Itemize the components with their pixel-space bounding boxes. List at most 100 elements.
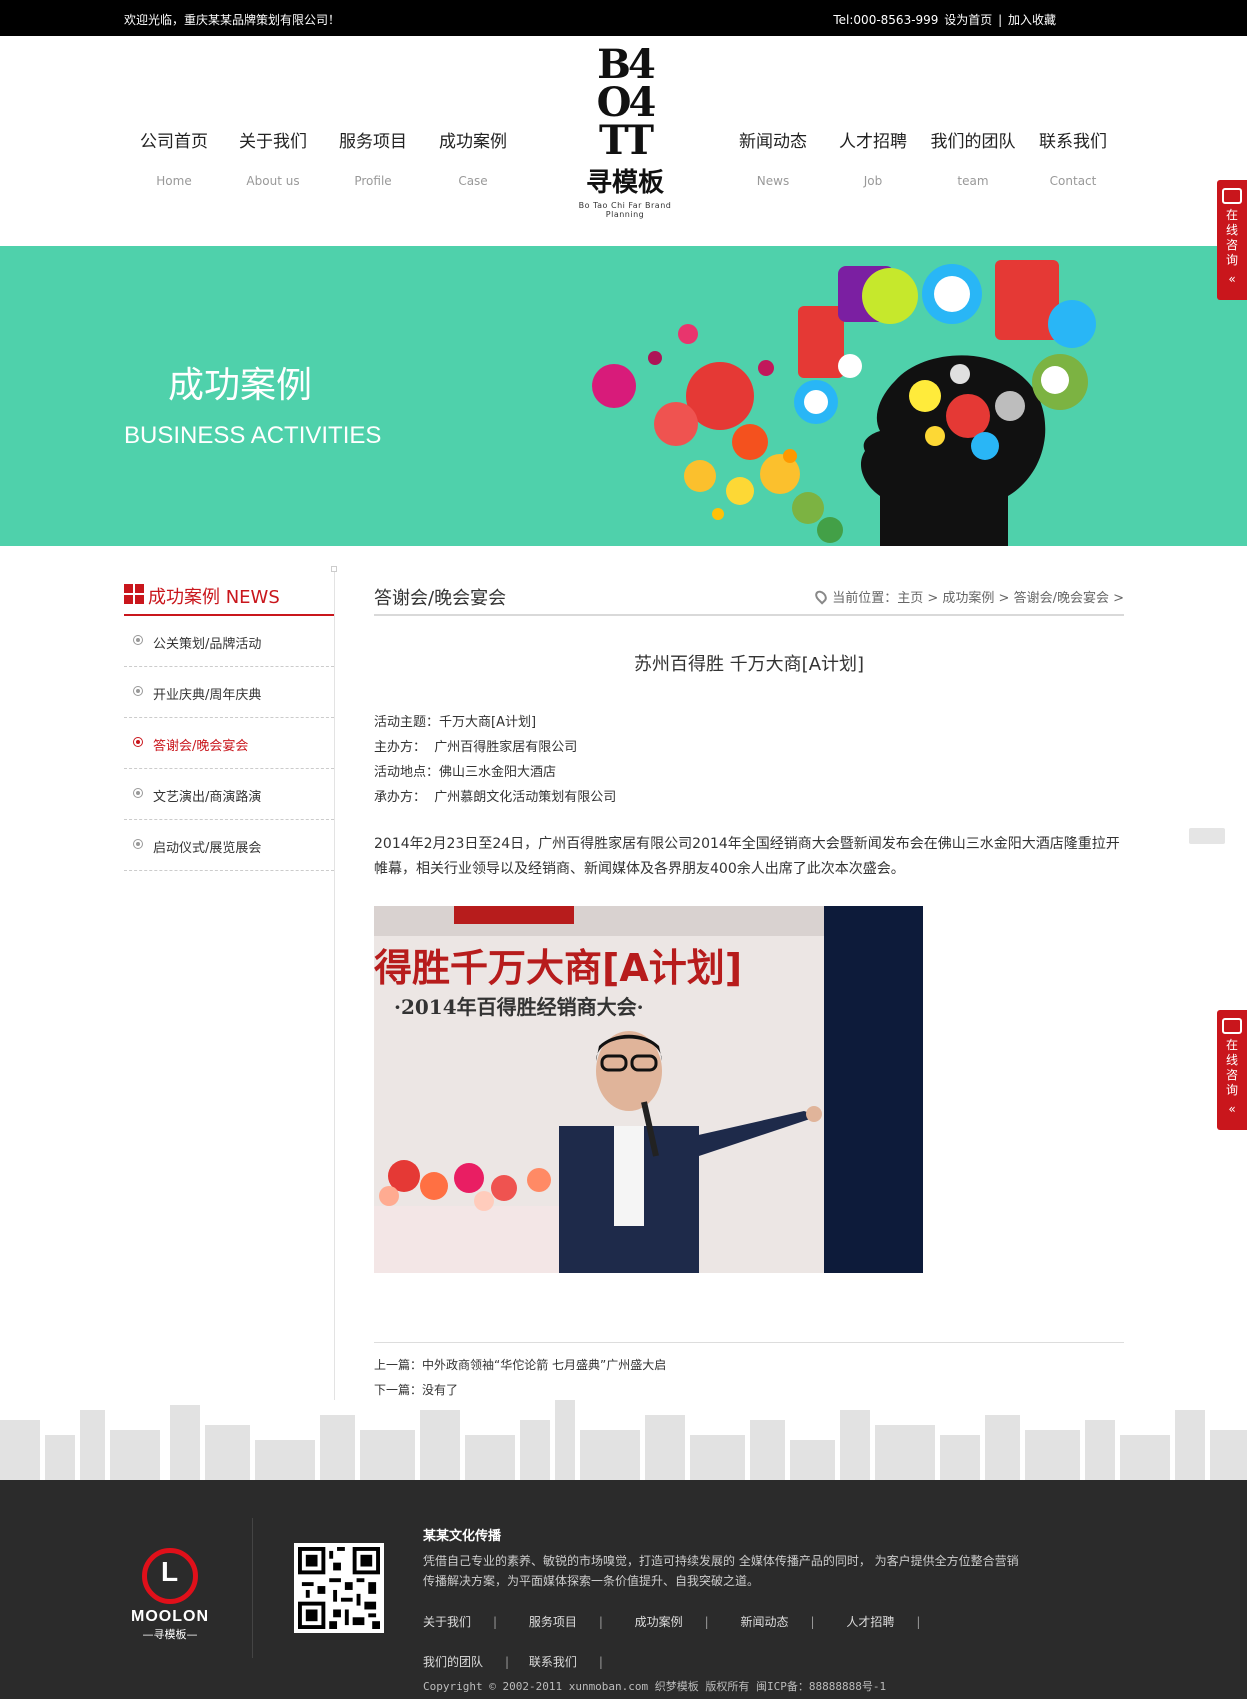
photo-banner-text-1: 得胜千万大商[A计划] [374, 946, 742, 990]
set-home-link[interactable]: 设为首页 [944, 13, 992, 27]
info-host: 主办方： 广州百得胜家居有限公司 [374, 740, 578, 755]
logo-mark: B4 O4 TT [560, 45, 690, 164]
tel-text: Tel:000-8563-999 [833, 13, 939, 27]
back-to-top-button[interactable] [1189, 828, 1225, 844]
nav-cases-label: 成功案例 [439, 132, 507, 152]
sidebar: 成功案例 NEWS 公关策划/品牌活动 开业庆典/周年庆典 答谢会/晚会宴会 文… [124, 570, 334, 871]
consult-char-2: 线 [1225, 223, 1238, 237]
footer-logo-sub: —寻模板— [142, 1628, 198, 1641]
photo-banner-text-2: ·2014年百得胜经销商大会· [394, 995, 644, 1019]
page-banner: 成功案例 BUSINESS ACTIVITIES [0, 246, 1247, 546]
chat-icon [1222, 188, 1242, 204]
nav-contact-en: Contact [1049, 174, 1097, 188]
bullet-icon [133, 839, 143, 849]
footer-divider [252, 1518, 253, 1658]
online-consult-tab-bottom[interactable]: 在 线 咨 询 « [1217, 1010, 1247, 1130]
nav-about-label: 关于我们 [239, 132, 307, 152]
consult-char-3: 咨 [1225, 238, 1238, 252]
breadcrumb: 当前位置：主页 > 成功案例 > 答谢会/晚会宴会 > [813, 587, 1124, 606]
nav-services-en: Profile [354, 174, 392, 188]
nav-news-label: 新闻动态 [739, 132, 807, 152]
sidebar-item-label: 公关策划/品牌活动 [153, 637, 262, 652]
sidebar-item-pr[interactable]: 公关策划/品牌活动 [124, 616, 334, 667]
sidebar-item-label: 文艺演出/商演路演 [153, 790, 262, 805]
nav-about[interactable]: 关于我们 About us [225, 127, 321, 188]
logo-mark-line3: TT [598, 117, 654, 164]
consult-char-2: 线 [1225, 1053, 1238, 1067]
breadcrumb-text[interactable]: 当前位置：主页 > 成功案例 > 答谢会/晚会宴会 > [832, 591, 1124, 606]
consult-char-1: 在 [1225, 208, 1238, 222]
nav-contact[interactable]: 联系我们 Contact [1025, 127, 1121, 188]
city-skyline [0, 1400, 1247, 1480]
nav-jobs-label: 人才招聘 [839, 132, 907, 152]
nav-about-en: About us [246, 174, 300, 188]
sidebar-title: 成功案例 NEWS [148, 587, 280, 608]
nav-team[interactable]: 我们的团队 team [925, 127, 1021, 188]
footer-company: 某某文化传播 [423, 1529, 502, 1544]
consult-char-4: 询 [1225, 253, 1238, 267]
prev-article: 上一篇：中外政商领袖“华佗论箭 七月盛典”广州盛大启 [374, 1353, 1124, 1378]
nav-jobs-en: Job [863, 174, 883, 188]
sidebar-item-ceremony[interactable]: 启动仪式/展览展会 [124, 820, 334, 871]
article-photo: 得胜千万大商[A计划] ·2014年百得胜经销商大会· [374, 906, 923, 1273]
bullet-icon [133, 788, 143, 798]
add-favorite-link[interactable]: 加入收藏 [1008, 13, 1056, 27]
article-paragraph: 2014年2月23日至24日，广州百得胜家居有限公司2014年全国经销商大会暨新… [374, 836, 1120, 877]
site-header: 公司首页 Home 关于我们 About us 服务项目 Profile 成功案… [0, 36, 1247, 246]
nav-home[interactable]: 公司首页 Home [126, 127, 222, 188]
article-info: 活动主题：千万大商[A计划] 主办方： 广州百得胜家居有限公司 活动地点：佛山三… [374, 710, 616, 810]
nav-news-en: News [756, 174, 790, 188]
article-title: 苏州百得胜 千万大商[A计划] [633, 654, 865, 675]
footer-logo-mark-icon [142, 1548, 198, 1604]
bullet-icon [133, 686, 143, 696]
footer-link-news[interactable]: 新闻动态 [740, 1602, 842, 1642]
banner-illustration [592, 260, 1096, 546]
consult-char-1: 在 [1225, 1038, 1238, 1052]
main-content: 答谢会/晚会宴会 当前位置：主页 > 成功案例 > 答谢会/晚会宴会 > 苏州百… [374, 570, 1124, 1397]
footer-link-about[interactable]: 关于我们 [423, 1602, 525, 1642]
prev-article-link[interactable]: 中外政商领袖“华佗论箭 七月盛典”广州盛大启 [422, 1358, 666, 1372]
main-header: 答谢会/晚会宴会 当前位置：主页 > 成功案例 > 答谢会/晚会宴会 > [374, 570, 1124, 616]
footer-description: 凭借自己专业的素养、敏锐的市场嗅觉，打造可持续发展的 全媒体传播产品的同时， 为… [423, 1554, 1019, 1588]
prev-next-nav: 上一篇：中外政商领袖“华佗论箭 七月盛典”广州盛大启 下一篇：没有了 [374, 1342, 1124, 1403]
nav-cases[interactable]: 成功案例 Case [425, 127, 521, 188]
nav-contact-label: 联系我们 [1039, 132, 1107, 152]
nav-news[interactable]: 新闻动态 News [725, 127, 821, 188]
banner-title: 成功案例 [168, 365, 313, 406]
info-organizer: 承办方： 广州慕朗文化活动策划有限公司 [374, 790, 617, 805]
nav-jobs[interactable]: 人才招聘 Job [825, 127, 921, 188]
welcome-text: 欢迎光临，重庆某某品牌策划有限公司！ [124, 13, 341, 27]
sidebar-item-performance[interactable]: 文艺演出/商演路演 [124, 769, 334, 820]
qr-code-icon [298, 1547, 380, 1629]
sidebar-item-banquet[interactable]: 答谢会/晚会宴会 [124, 718, 334, 769]
footer-link-cases[interactable]: 成功案例 [635, 1602, 737, 1642]
event-photo: 得胜千万大商[A计划] ·2014年百得胜经销商大会· [374, 906, 923, 1273]
online-consult-tab-top[interactable]: 在 线 咨 询 « [1217, 180, 1247, 300]
top-links: Tel:000-8563-999 设为首页 | 加入收藏 [832, 11, 1057, 28]
bullet-icon [133, 635, 143, 645]
bullet-icon [133, 737, 143, 747]
footer-logo[interactable]: MOOLON —寻模板— [124, 1548, 216, 1642]
footer-link-contact[interactable]: 联系我们 [529, 1642, 631, 1682]
qr-code [294, 1543, 384, 1633]
sidebar-divider [334, 566, 335, 1401]
info-venue: 活动地点：佛山三水金阳大酒店 [374, 765, 557, 780]
grid-icon [124, 584, 144, 604]
footer-link-team[interactable]: 我们的团队 [423, 1642, 525, 1682]
sidebar-item-label: 答谢会/晚会宴会 [153, 739, 249, 754]
info-theme: 活动主题：千万大商[A计划] [374, 715, 537, 730]
sidebar-item-opening[interactable]: 开业庆典/周年庆典 [124, 667, 334, 718]
nav-services-label: 服务项目 [339, 132, 407, 152]
nav-home-en: Home [156, 174, 192, 188]
sidebar-header: 成功案例 NEWS [124, 570, 334, 616]
skyline-decoration [0, 1400, 1247, 1480]
footer-logo-name: MOOLON [131, 1608, 209, 1625]
chat-icon [1222, 1018, 1242, 1034]
site-footer: MOOLON —寻模板— 某某文化传播 凭借自己专业的素养、敏锐的市场嗅觉，打造… [0, 1480, 1247, 1699]
nav-services[interactable]: 服务项目 Profile [325, 127, 421, 188]
site-logo[interactable]: B4 O4 TT 寻模板 Bo Tao Chi Far Brand Planni… [560, 45, 690, 220]
footer-link-jobs[interactable]: 人才招聘 [846, 1602, 948, 1642]
next-article-link[interactable]: 没有了 [422, 1383, 458, 1397]
footer-link-services[interactable]: 服务项目 [529, 1602, 631, 1642]
next-label: 下一篇： [374, 1383, 423, 1397]
